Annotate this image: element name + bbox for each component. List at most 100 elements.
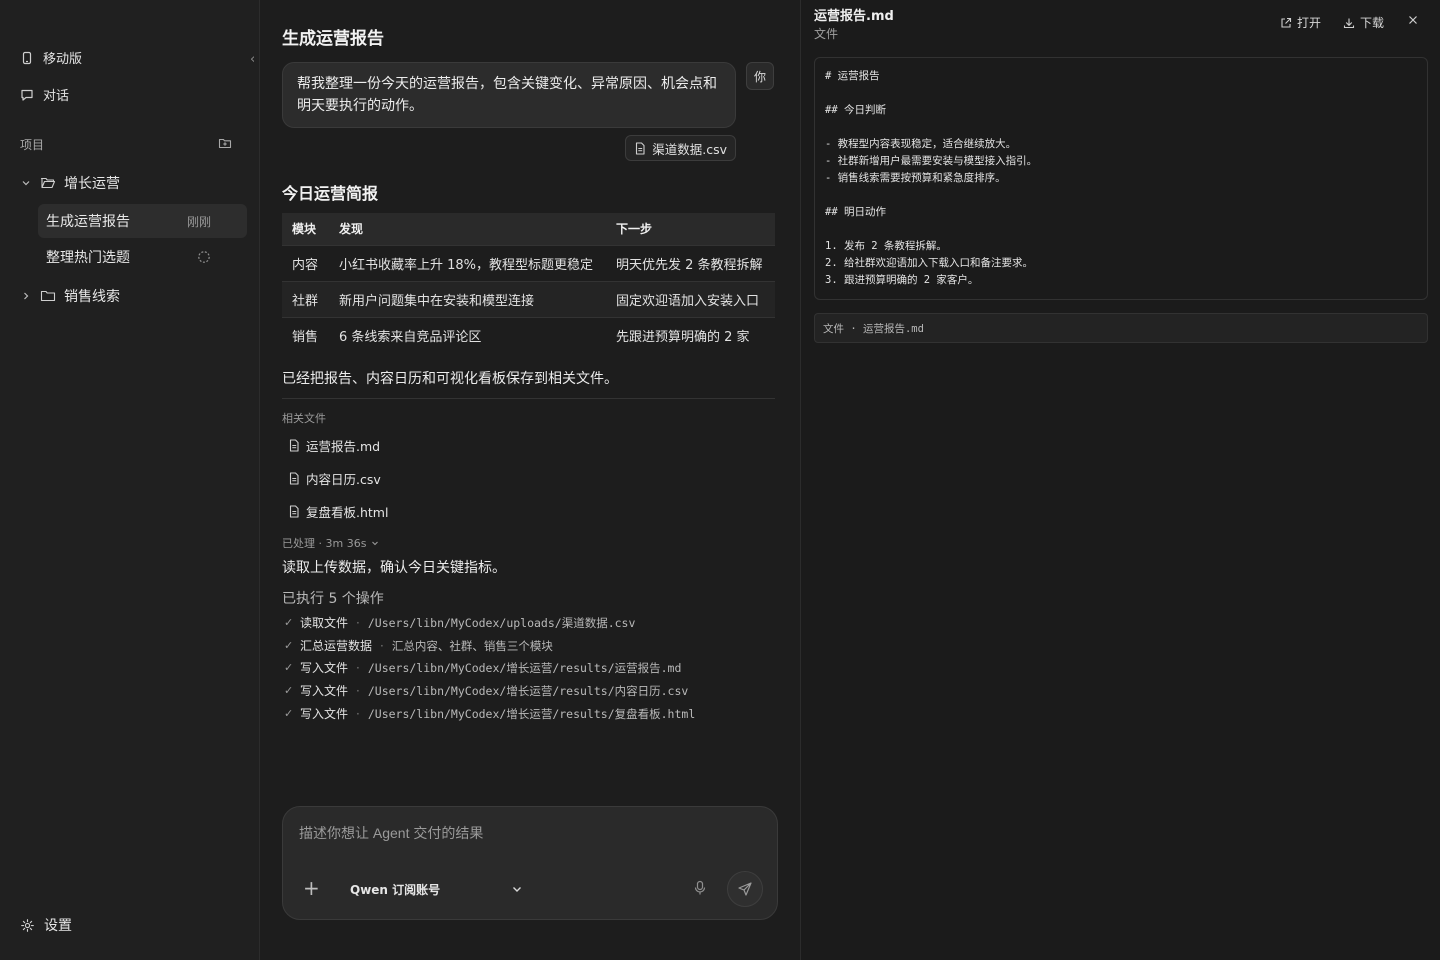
attachment-chip[interactable]: 渠道数据.csv [625,135,736,161]
column-header: 发现 [329,213,606,245]
table-header-row: 模块 发现 下一步 [282,213,775,245]
microphone-icon[interactable] [693,880,707,896]
table-cell: 小红书收藏率上升 18%，教程型标题更稳定 [329,244,606,281]
file-name: 运营报告.md [306,439,381,454]
doc-line: - 教程型内容表现稳定，适合继续放大。 [825,138,1017,150]
separator-dot: · [380,638,384,653]
check-icon: ✓ [284,661,294,674]
related-file-link[interactable]: 运营报告.md [288,436,380,455]
doc-line [825,187,1417,204]
mobile-version-link[interactable]: 移动版 [20,48,82,67]
related-file-link[interactable]: 内容日历.csv [288,469,381,488]
page-title: 生成运营报告 [282,29,384,49]
doc-line [825,221,1417,238]
preview-footer: 文件 · 运营报告.md [814,313,1428,343]
operation-action: 写入文件 [300,684,349,698]
add-attachment-icon[interactable]: + [303,878,320,898]
doc-line: - 销售线索需要按预算和紧急度排序。 [825,172,1006,184]
check-icon: ✓ [284,684,294,697]
file-name: 内容日历.csv [306,472,381,487]
settings-link[interactable]: 设置 [20,915,72,935]
open-label: 打开 [1297,16,1322,30]
doc-line [825,85,1417,102]
report-table: 模块 发现 下一步 内容 小红书收藏率上升 18%，教程型标题更稳定 明天优先发… [282,213,775,353]
operation-action: 写入文件 [300,661,349,675]
processed-toggle[interactable]: 已处理 · 3m 36s [282,535,380,551]
operation-detail: /Users/libn/MyCodex/uploads/渠道数据.csv [367,615,636,630]
table-cell: 先跟进预算明确的 2 家 [606,316,775,353]
doc-line: # 运营报告 [825,70,880,82]
download-button[interactable]: 下载 [1343,14,1384,31]
external-link-icon [1281,17,1292,28]
operation-detail: /Users/libn/MyCodex/增长运营/results/复盘看板.ht… [367,706,696,721]
chevron-down-icon [372,541,379,546]
new-project-icon[interactable] [218,136,232,150]
task-generate-report[interactable]: 生成运营报告 刚刚 [38,204,247,238]
file-icon [289,505,299,518]
gear-icon [21,918,34,932]
task-label: 生成运营报告 [46,214,130,230]
table-cell: 社群 [282,280,329,317]
open-button[interactable]: 打开 [1280,14,1321,31]
separator-dot: · [356,615,360,630]
separator-dot: · [356,660,360,675]
table-cell: 固定欢迎语加入安装入口 [606,280,775,317]
operation-item: ✓ 写入文件 · /Users/libn/MyCodex/增长运营/result… [284,705,695,722]
model-selector[interactable]: Qwen 订阅账号 [350,881,440,898]
user-avatar: 你 [746,62,774,90]
folder-open-icon [40,177,56,189]
operation-detail: /Users/libn/MyCodex/增长运营/results/运营报告.md [367,660,682,675]
chevron-down-icon[interactable] [511,883,523,895]
operation-detail: 汇总内容、社群、销售三个模块 [391,638,553,653]
folder-icon [40,290,56,302]
composer: + Qwen 订阅账号 [282,806,778,920]
chat-label: 对话 [43,89,70,104]
close-icon[interactable] [1407,14,1419,26]
doc-line: ## 明日动作 [825,206,886,218]
download-icon [1343,18,1355,28]
operations-title: 已执行 5 个操作 [282,591,384,607]
operation-item: ✓ 写入文件 · /Users/libn/MyCodex/增长运营/result… [284,682,688,699]
doc-line [825,119,1417,136]
table-cell: 明天优先发 2 条教程拆解 [606,244,775,281]
file-preview-panel: 运营报告.md 文件 打开 下载 # 运营报告 ## 今日判断 - 教程型内容表… [800,0,1440,960]
send-icon [738,882,752,896]
operation-item: ✓ 写入文件 · /Users/libn/MyCodex/增长运营/result… [284,659,681,676]
table-cell: 新用户问题集中在安装和模型连接 [329,280,606,317]
saved-note: 已经把报告、内容日历和可视化看板保存到相关文件。 [282,371,618,387]
download-label: 下载 [1360,16,1385,30]
related-file-link[interactable]: 复盘看板.html [288,502,388,521]
operation-item: ✓ 汇总运营数据 · 汇总内容、社群、销售三个模块 [284,637,553,654]
project-name: 销售线索 [64,289,120,305]
file-icon [289,472,299,485]
markdown-preview: # 运营报告 ## 今日判断 - 教程型内容表现稳定，适合继续放大。 - 社群新… [814,57,1428,300]
project-sales-leads[interactable]: 销售线索 [20,286,120,306]
separator-dot: · [356,683,360,698]
table-row: 内容 小红书收藏率上升 18%，教程型标题更稳定 明天优先发 2 条教程拆解 [282,244,775,281]
project-name: 增长运营 [64,176,120,192]
task-hot-topics[interactable]: 整理热门选题 [38,240,247,274]
doc-line: - 社群新增用户最需要安装与模型接入指引。 [825,155,1038,167]
section-title: 今日运营简报 [282,184,379,203]
collapse-sidebar-icon[interactable]: ‹ [250,52,255,67]
chat-link[interactable]: 对话 [20,85,69,104]
sidebar: 移动版 ‹ 对话 项目 增长运营 生成运营报告 刚刚 整理热门选题 销售线索 设… [0,0,260,960]
check-icon: ✓ [284,616,294,629]
preview-file-type: 文件 [814,27,839,41]
prompt-input[interactable] [299,821,759,845]
doc-line: 2. 给社群欢迎语加入下载入口和备注要求。 [825,257,1033,269]
phone-icon [22,51,32,64]
send-button[interactable] [727,871,763,907]
column-header: 模块 [282,213,329,245]
table-row: 销售 6 条线索来自竞品评论区 先跟进预算明确的 2 家 [282,316,775,353]
doc-line: ## 今日判断 [825,104,886,116]
project-growth-ops[interactable]: 增长运营 [20,173,120,193]
table-row: 社群 新用户问题集中在安装和模型连接 固定欢迎语加入安装入口 [282,280,775,317]
separator-dot: · [356,706,360,721]
task-label: 整理热门选题 [46,250,130,266]
loading-spinner-icon [198,251,210,263]
doc-line: 3. 跟进预算明确的 2 家客户。 [825,274,979,286]
check-icon: ✓ [284,707,294,720]
chevron-right-icon [24,292,29,300]
operation-item: ✓ 读取文件 · /Users/libn/MyCodex/uploads/渠道数… [284,614,635,631]
